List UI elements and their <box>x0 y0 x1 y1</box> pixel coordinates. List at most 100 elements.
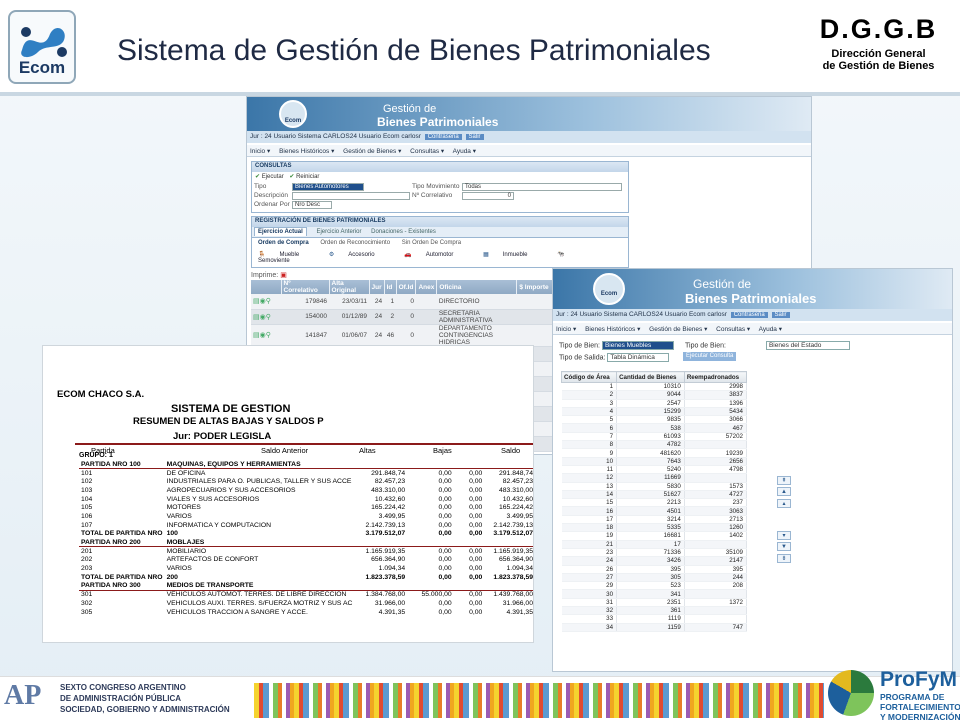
inmueble-button[interactable]: ▦ Inmueble <box>483 252 541 258</box>
cell-cantidad: 1119 <box>616 614 685 624</box>
move-up-button[interactable]: ▴ <box>777 499 791 508</box>
table-row[interactable]: 31 2351 1372 <box>561 598 748 608</box>
table-row[interactable]: 5 9835 3066 <box>561 415 748 425</box>
menu-bienes-historicos[interactable]: Bienes Históricos ▾ <box>279 148 334 155</box>
table-row[interactable]: 24 3426 2147 <box>561 556 748 566</box>
report-cell: 0,00 <box>438 565 452 573</box>
table-row[interactable]: 10 7643 2656 <box>561 457 748 466</box>
table-row[interactable]: 9 481620 19239 <box>561 448 748 458</box>
accesorio-button[interactable]: ⚙ Accesorio <box>329 252 389 258</box>
move-down-button[interactable]: ▼ <box>777 542 791 551</box>
logout-button[interactable]: Salir <box>771 312 790 318</box>
table-row[interactable]: 18 5335 1260 <box>561 523 748 533</box>
report-row: 302 VEHICULOS AUXI. TERRES. S/FUERZA MOTR… <box>79 599 533 608</box>
grid-header-codigo-area[interactable]: Código de Área <box>560 371 618 383</box>
descripcion-input[interactable] <box>292 192 410 200</box>
table-row[interactable]: 29 523 208 <box>561 581 748 591</box>
row-action-icons[interactable]: ▤◉⚲ <box>253 313 279 321</box>
table-row[interactable]: 30 341 <box>561 589 748 599</box>
tipo-select[interactable]: Bienes Automotores <box>292 183 364 191</box>
menu-consultas[interactable]: Consultas ▾ <box>410 148 444 155</box>
menu-ayuda[interactable]: Ayuda ▾ <box>759 326 782 333</box>
table-row[interactable]: 32 361 <box>561 606 748 616</box>
table-row[interactable]: 34 1159 747 <box>561 623 748 632</box>
table-row[interactable]: 1 10310 2998 <box>561 382 748 392</box>
tipo-movimiento-select[interactable]: Todas <box>462 183 622 191</box>
table-row[interactable]: 11 5240 4798 <box>561 465 748 475</box>
table-row[interactable]: 17 3214 2713 <box>561 515 748 525</box>
table-row[interactable]: 21 17 <box>561 540 748 549</box>
table-row[interactable]: 27 305 244 <box>561 573 748 583</box>
pdf-icon[interactable]: ▣ <box>280 272 287 279</box>
table-row[interactable]: 16 4501 3063 <box>561 506 748 516</box>
tab-ejercicio-anterior[interactable]: Ejercicio Anterior <box>316 229 361 235</box>
menu-bienes-historicos[interactable]: Bienes Históricos ▾ <box>585 326 640 333</box>
password-button[interactable]: Contraseña <box>424 134 462 140</box>
grid-header-reempadronados[interactable]: Reempadronados <box>683 371 748 383</box>
report-cell: MOBILIARIO <box>166 547 207 555</box>
row-action-icons[interactable]: ▤◉⚲ <box>253 331 279 339</box>
tab-donaciones[interactable]: Donaciones - Existentes <box>371 229 436 235</box>
grid-header-ofid[interactable]: Of.Id <box>396 280 417 294</box>
move-down-button[interactable]: ▾ <box>777 531 791 540</box>
cell-cantidad: 2213 <box>616 498 685 508</box>
grid-header-alta[interactable]: Alta Original <box>329 280 370 294</box>
ordenar-select[interactable]: Nro Desc <box>292 201 332 209</box>
table-row[interactable]: 33 1119 <box>561 614 748 624</box>
menu-ayuda[interactable]: Ayuda ▾ <box>453 148 476 155</box>
menu-gestion-bienes[interactable]: Gestión de Bienes ▾ <box>343 148 401 155</box>
ejecutar-button[interactable]: Ejecutar <box>262 174 284 180</box>
logout-button[interactable]: Salir <box>465 134 484 140</box>
table-row[interactable]: 6 538 467 <box>561 423 748 433</box>
cell-cantidad: 4782 <box>616 440 685 450</box>
report-cell: 0,00 <box>438 504 452 512</box>
grid-header-anex[interactable]: Anex <box>415 280 438 294</box>
subtab-orden-compra[interactable]: Orden de Compra <box>258 240 309 246</box>
grid-header-oficina[interactable]: Oficina <box>436 280 518 294</box>
table-row[interactable]: 13 5830 1573 <box>561 482 748 491</box>
menu-inicio[interactable]: Inicio ▾ <box>250 148 270 155</box>
table-row[interactable]: 4 15299 5434 <box>561 407 748 417</box>
password-button[interactable]: Contraseña <box>730 312 768 318</box>
table-row[interactable]: 7 61093 57202 <box>561 432 748 442</box>
report-row: 301 VEHICULOS AUTOMOT. TERRES. DE LIBRE D… <box>79 590 533 599</box>
move-down-bottom-button[interactable]: ⇟ <box>777 554 791 563</box>
table-row[interactable]: 19 16681 1402 <box>561 531 748 541</box>
move-up-top-button[interactable]: ⇞ <box>777 476 791 485</box>
table-row[interactable]: 14 51627 4727 <box>561 490 748 500</box>
subtab-sin-orden[interactable]: Sin Orden De Compra <box>402 240 461 246</box>
correlativo-input[interactable]: 0 <box>462 192 514 200</box>
grid-header-correlativo[interactable]: Nº Correlativo <box>281 280 330 294</box>
cell-cantidad: 11669 <box>616 473 685 483</box>
grid-header-jur[interactable]: Jur <box>369 280 385 294</box>
cell-reempadronados: 208 <box>684 581 748 591</box>
automotor-button[interactable]: 🚗 Automotor <box>404 252 467 258</box>
table-row[interactable]: 26 395 395 <box>561 565 748 574</box>
table-row[interactable]: 15 2213 237 <box>561 498 748 508</box>
menu-consultas[interactable]: Consultas ▾ <box>716 326 750 333</box>
menu-inicio[interactable]: Inicio ▾ <box>556 326 576 333</box>
reiniciar-button[interactable]: Reiniciar <box>296 174 319 180</box>
cell-reempadronados <box>684 606 748 616</box>
subtab-orden-reconocimiento[interactable]: Orden de Reconocimiento <box>320 240 390 246</box>
cell-reempadronados <box>684 540 748 549</box>
row-action-icons[interactable]: ▤◉⚲ <box>253 297 279 305</box>
cell-codigo-area: 27 <box>561 573 618 583</box>
table-row[interactable]: 8 4782 <box>561 440 748 450</box>
table-row[interactable]: 2 9044 3837 <box>561 390 748 400</box>
table-row[interactable]: 3 2547 1396 <box>561 399 748 408</box>
cell-cantidad: 4501 <box>616 506 685 516</box>
tipo-salida-select[interactable]: Tabla Dinámica <box>607 353 670 362</box>
cell-cantidad: 16681 <box>616 531 685 541</box>
grid-header-cantidad[interactable]: Cantidad de Bienes <box>616 371 685 383</box>
table-row[interactable]: 23 71336 35109 <box>561 548 748 558</box>
menu-gestion-bienes[interactable]: Gestión de Bienes ▾ <box>649 326 707 333</box>
move-up-button[interactable]: ▲ <box>777 487 791 496</box>
report-cell: 0,00 <box>469 486 483 494</box>
grid-header-id[interactable]: Id <box>384 280 397 294</box>
ejecutar-consulta-button[interactable]: Ejecutar Consulta <box>683 352 737 361</box>
tipo-bien-select[interactable]: Bienes Muebles <box>601 341 674 350</box>
table-row[interactable]: 12 11669 <box>561 473 748 483</box>
tipo-bien2-select[interactable]: Bienes del Estado <box>765 341 850 350</box>
tab-ejercicio-actual[interactable]: Ejercicio Actual <box>254 227 307 236</box>
